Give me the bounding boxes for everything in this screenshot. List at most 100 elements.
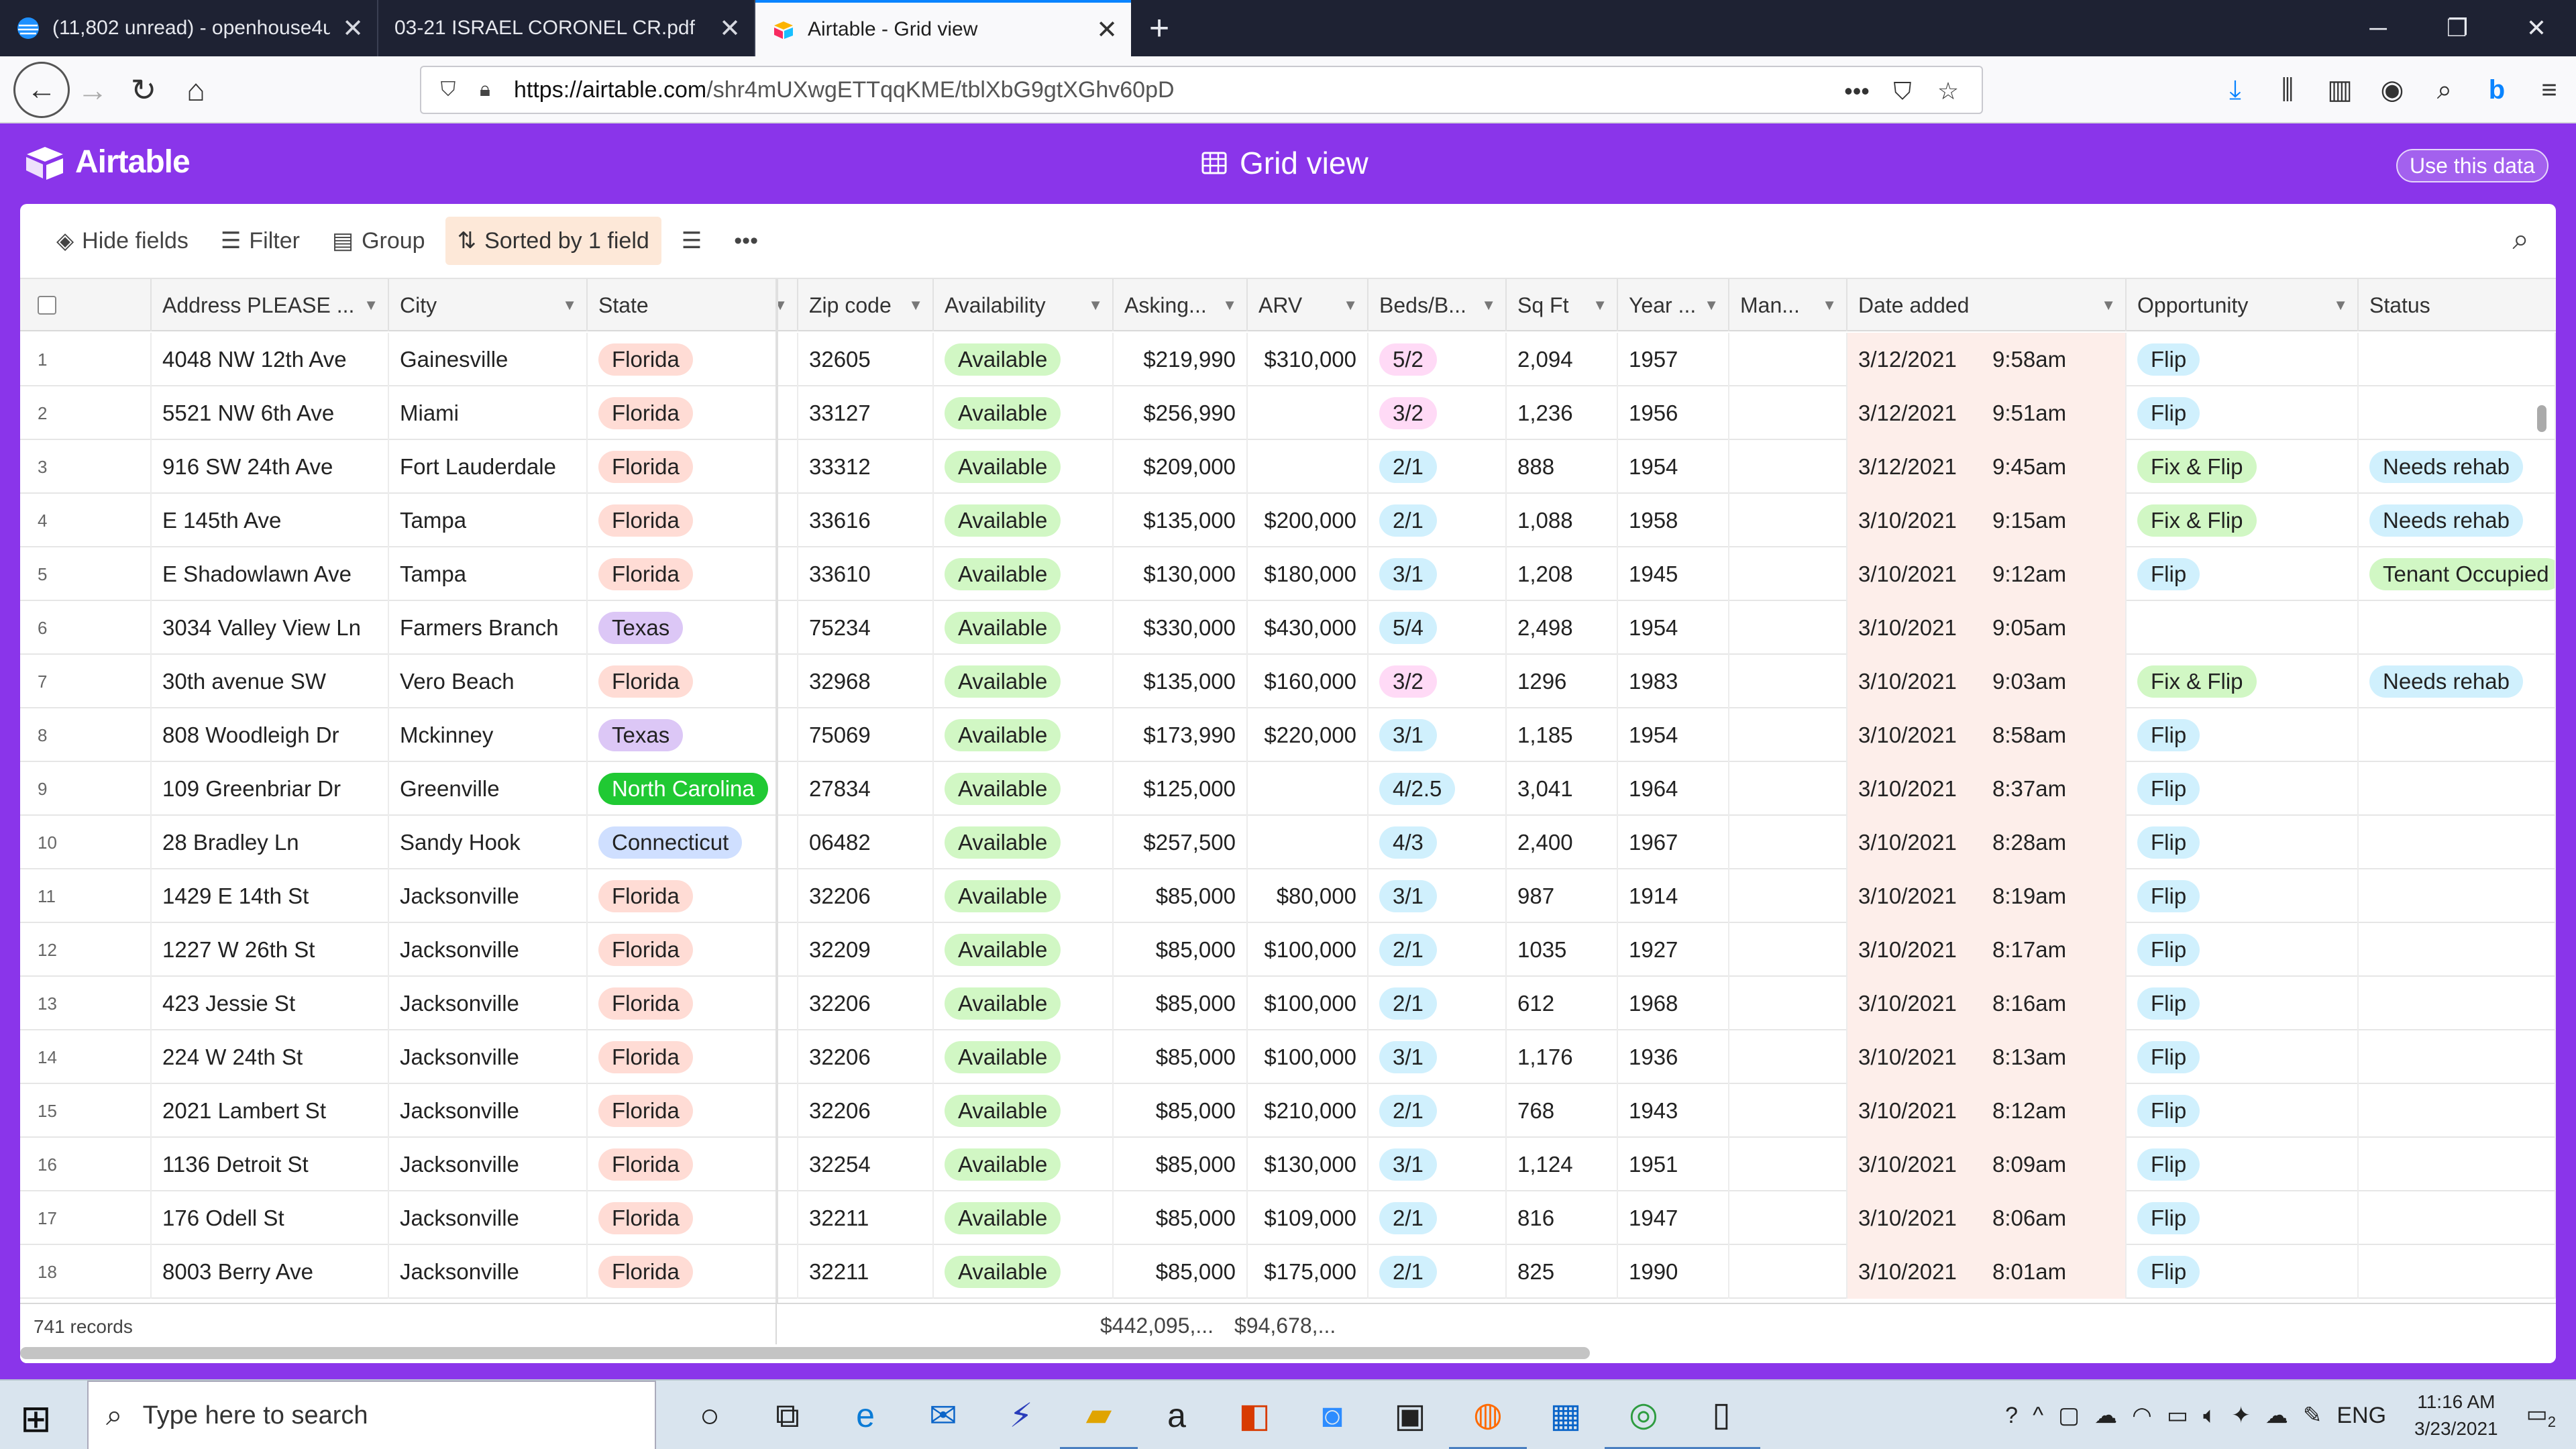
close-tab-icon[interactable]: ✕ (1096, 15, 1118, 45)
cell-opp[interactable]: Flip (2127, 816, 2359, 869)
cell-date[interactable]: 3/10/2021 8:12am (1847, 1084, 2127, 1138)
table-row[interactable]: 8 808 Woodleigh Dr Mckinney Texas 75069 Avail… (20, 708, 2556, 762)
calculator-icon[interactable]: ▦ (1527, 1381, 1605, 1449)
cell-opp[interactable]: Flip (2127, 1138, 2359, 1191)
cell-sqft[interactable]: 1035 (1507, 923, 1618, 977)
cell-arv[interactable]: $210,000 (1248, 1084, 1368, 1138)
cell-man[interactable] (1729, 977, 1847, 1030)
cell-state[interactable]: Texas (588, 601, 798, 655)
cell-avail[interactable]: Available (934, 547, 1114, 601)
row-height-button[interactable]: ☰ (669, 217, 714, 265)
column-header-asking[interactable]: Asking... ▼ (1114, 279, 1248, 331)
vertical-scrollbar[interactable] (2537, 405, 2546, 432)
cell-state[interactable]: Florida (588, 494, 798, 547)
chevron-down-icon[interactable]: ▼ (1704, 297, 1719, 314)
cell-year[interactable]: 1958 (1618, 494, 1729, 547)
table-row[interactable]: 6 3034 Valley View Ln Farmers Branch Texas 7… (20, 601, 2556, 655)
cell-n[interactable]: 8 (20, 708, 152, 762)
cell-beds[interactable]: 3/2 (1368, 655, 1507, 708)
chevron-down-icon[interactable]: ▼ (364, 297, 378, 314)
forward-arrow-icon[interactable]: → (72, 70, 113, 110)
cell-city[interactable]: Jacksonville (389, 1084, 588, 1138)
cell-n[interactable]: 7 (20, 655, 152, 708)
cell-date[interactable]: 3/10/2021 8:58am (1847, 708, 2127, 762)
chrome-icon[interactable]: ◎ (1605, 1381, 1682, 1449)
table-row[interactable]: 2 5521 NW 6th Ave Miami Florida 33127 Availab… (20, 386, 2556, 440)
cell-opp[interactable]: Flip (2127, 1084, 2359, 1138)
cell-avail[interactable]: Available (934, 1030, 1114, 1084)
cell-date[interactable]: 3/12/2021 9:51am (1847, 386, 2127, 440)
cell-city[interactable]: Miami (389, 386, 588, 440)
reload-icon[interactable]: ↻ (123, 70, 164, 110)
cell-n[interactable]: 2 (20, 386, 152, 440)
cell-opp[interactable]: Flip (2127, 1191, 2359, 1245)
close-window-icon[interactable]: ✕ (2497, 0, 2576, 56)
office-icon[interactable]: ◧ (1216, 1381, 1293, 1449)
cell-address[interactable]: 30th avenue SW (152, 655, 389, 708)
browser-tab-mail[interactable]: (11,802 unread) - openhouse4u ✕ (0, 0, 378, 56)
cell-city[interactable]: Tampa (389, 494, 588, 547)
cell-avail[interactable]: Available (934, 386, 1114, 440)
cell-sqft[interactable]: 1,124 (1507, 1138, 1618, 1191)
cell-zip[interactable]: 32211 (798, 1245, 934, 1299)
column-header-zip[interactable]: Zip code ▼ (798, 279, 934, 331)
wifi-icon[interactable]: ◠ (2132, 1402, 2152, 1429)
table-row[interactable]: 5 E Shadowlawn Ave Tampa Florida 33610 Availa… (20, 547, 2556, 601)
column-header-city[interactable]: City ▼ (389, 279, 588, 331)
cell-address[interactable]: 109 Greenbriar Dr (152, 762, 389, 816)
cell-state[interactable]: Florida (588, 1084, 798, 1138)
tracking-shield-icon[interactable]: ⛉ (428, 78, 468, 101)
cell-arv[interactable]: $220,000 (1248, 708, 1368, 762)
cell-asking[interactable]: $85,000 (1114, 869, 1248, 923)
cell-address[interactable]: 808 Woodleigh Dr (152, 708, 389, 762)
restore-icon[interactable]: ❐ (2418, 0, 2497, 56)
cell-date[interactable]: 3/10/2021 9:03am (1847, 655, 2127, 708)
cell-man[interactable] (1729, 440, 1847, 494)
table-row[interactable]: 15 2021 Lambert St Jacksonville Florida 3220… (20, 1084, 2556, 1138)
cell-avail[interactable]: Available (934, 1245, 1114, 1299)
sort-button[interactable]: ⇅ Sorted by 1 field (445, 217, 661, 265)
arv-sum[interactable]: $94,678,... (1234, 1313, 1336, 1338)
cell-city[interactable]: Jacksonville (389, 1030, 588, 1084)
cell-man[interactable] (1729, 1191, 1847, 1245)
cell-opp[interactable]: Fix & Flip (2127, 655, 2359, 708)
column-header-address[interactable]: Address PLEASE ... ▼ (152, 279, 389, 331)
cell-arv[interactable]: $80,000 (1248, 869, 1368, 923)
chevron-down-icon[interactable]: ▼ (908, 297, 923, 314)
cell-zip[interactable]: 32968 (798, 655, 934, 708)
cell-opp[interactable]: Fix & Flip (2127, 440, 2359, 494)
language-indicator[interactable]: ENG (2337, 1403, 2386, 1429)
menu-hamburger-icon[interactable]: ≡ (2530, 71, 2568, 109)
cell-date[interactable]: 3/10/2021 9:12am (1847, 547, 2127, 601)
cell-avail[interactable]: Available (934, 440, 1114, 494)
store-icon[interactable]: ▣ (1371, 1381, 1449, 1449)
cell-asking[interactable]: $219,990 (1114, 333, 1248, 386)
column-header-availability[interactable]: Availability ▼ (934, 279, 1114, 331)
download-icon[interactable]: ⤓ (2216, 71, 2254, 109)
help-icon[interactable]: ? (2005, 1403, 2018, 1429)
cell-n[interactable]: 13 (20, 977, 152, 1030)
cell-status[interactable] (2359, 762, 2556, 816)
cell-sqft[interactable]: 816 (1507, 1191, 1618, 1245)
cell-asking[interactable]: $135,000 (1114, 494, 1248, 547)
cell-address[interactable]: 4048 NW 12th Ave (152, 333, 389, 386)
chevron-down-icon[interactable]: ▼ (1222, 297, 1237, 314)
cell-date[interactable]: 3/12/2021 9:58am (1847, 333, 2127, 386)
cell-zip[interactable]: 32206 (798, 977, 934, 1030)
cell-n[interactable]: 11 (20, 869, 152, 923)
cell-beds[interactable]: 2/1 (1368, 1245, 1507, 1299)
cell-zip[interactable]: 27834 (798, 762, 934, 816)
cell-city[interactable]: Jacksonville (389, 977, 588, 1030)
cell-asking[interactable]: $85,000 (1114, 1084, 1248, 1138)
cell-asking[interactable]: $256,990 (1114, 386, 1248, 440)
use-this-data-button[interactable]: Use this data (2396, 149, 2548, 182)
cell-asking[interactable]: $85,000 (1114, 1138, 1248, 1191)
asking-sum[interactable]: $442,095,... (1100, 1313, 1214, 1338)
cell-zip[interactable]: 33127 (798, 386, 934, 440)
cell-status[interactable] (2359, 708, 2556, 762)
cell-asking[interactable]: $257,500 (1114, 816, 1248, 869)
url-text[interactable]: https://airtable.com/shr4mUXwgETTqqKME/t… (514, 77, 1175, 103)
cell-beds[interactable]: 3/2 (1368, 386, 1507, 440)
cell-man[interactable] (1729, 1030, 1847, 1084)
cell-state[interactable]: Connecticut (588, 816, 798, 869)
